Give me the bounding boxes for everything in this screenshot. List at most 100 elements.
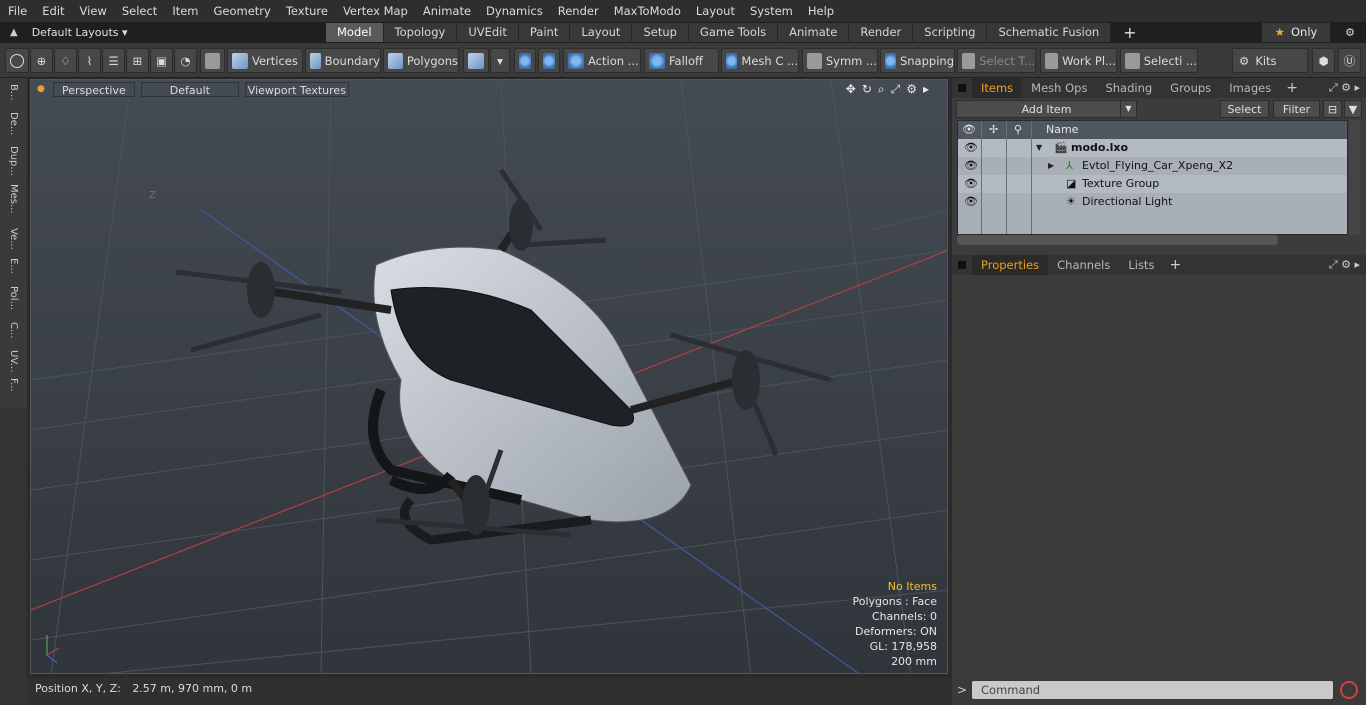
command-input[interactable]: Command [972,681,1333,699]
add-item-dropdown[interactable]: Add Item ▼ [956,100,1137,118]
vertices-button[interactable]: Vertices [227,48,303,73]
tree-row-texture-group[interactable]: 👁 ◪ Texture Group [958,175,1347,193]
viewport-textures-button[interactable]: Viewport Textures [244,81,349,97]
viewport-nav-icons[interactable]: ✥↻⌕⤢⚙▸ [846,82,935,97]
align-button[interactable]: ☰ [102,48,125,73]
selection-sets-button[interactable]: Selecti ... [1120,48,1198,73]
unreal-button[interactable]: Ⓤ [1338,48,1361,73]
tab-groups[interactable]: Groups [1161,78,1220,98]
mesh-constraint-button[interactable]: Mesh C ... [721,48,799,73]
menu-edit[interactable]: Edit [34,0,71,22]
eye-icon[interactable]: 👁 [964,193,978,211]
falloff-button[interactable]: Falloff [644,48,719,73]
menu-system[interactable]: System [742,0,800,22]
tab-uvedit[interactable]: UVEdit [457,23,519,42]
symmetry-button[interactable]: Symm ... [802,48,878,73]
expand-arrow-icon[interactable]: ▼ [1036,139,1042,157]
tab-paint[interactable]: Paint [518,23,571,42]
menu-geometry[interactable]: Geometry [206,0,278,22]
collapse-icon[interactable]: ▲ [10,27,18,38]
only-toggle[interactable]: ★ Only [1262,23,1330,42]
menu-render[interactable]: Render [550,0,606,22]
name-header[interactable]: Name [1046,121,1078,139]
menu-item[interactable]: Item [164,0,205,22]
eye-icon[interactable]: 👁 [964,157,978,175]
solid-mode-button[interactable] [200,48,225,73]
expand-arrow-icon[interactable]: ▶ [1048,157,1054,175]
snapping-button[interactable]: Snapping [880,48,955,73]
menu-select[interactable]: Select [114,0,164,22]
strip-tab-polygon[interactable]: Pol... [4,286,23,310]
tab-animate[interactable]: Animate [778,23,850,42]
strip-tab-mesh[interactable]: Mes... [4,184,23,214]
item-mode-dropdown[interactable]: ▾ [490,48,510,73]
unity-button[interactable]: ⬢ [1312,48,1335,73]
menu-animate[interactable]: Animate [415,0,478,22]
clock-button[interactable]: ◔ [174,48,197,73]
tab-topology[interactable]: Topology [383,23,458,42]
work-plane-button[interactable]: Work Pl... [1040,48,1117,73]
center-button[interactable]: ⊞ [126,48,149,73]
strip-tab-fusion[interactable]: F... [4,378,23,402]
snap-b-button[interactable] [538,48,560,73]
action-button[interactable]: Action ... [563,48,641,73]
tree-horizontal-scrollbar[interactable] [957,235,1278,245]
tab-game-tools[interactable]: Game Tools [688,23,779,42]
polygons-button[interactable]: Polygons [383,48,459,73]
tab-channels[interactable]: Channels [1048,255,1119,275]
item-mode-button[interactable] [463,48,489,73]
tree-row-light[interactable]: 👁 ☀ Directional Light [958,193,1347,211]
record-icon[interactable] [1340,681,1358,699]
square-button[interactable]: ▣ [150,48,173,73]
select-circle-button[interactable] [5,48,29,73]
boundary-button[interactable]: Boundary [305,48,381,73]
eye-icon[interactable]: 👁 [964,139,978,157]
strip-tab-duplicate[interactable]: Dup... [4,146,23,176]
add-panel-tab-icon[interactable]: + [1163,257,1187,273]
select-button[interactable]: Select [1220,100,1269,118]
tab-schematic-fusion[interactable]: Schematic Fusion [987,23,1112,42]
strip-tab-vertex[interactable]: Ve... [4,228,23,252]
panel-menu-icon[interactable] [958,84,966,92]
tab-setup[interactable]: Setup [632,23,689,42]
tree-row-scene[interactable]: 👁 ▼ 🎬 modo.lxo [958,139,1347,157]
filter-button[interactable]: Filter [1273,100,1320,118]
panel-menu-icon[interactable] [958,261,966,269]
menu-texture[interactable]: Texture [278,0,335,22]
select-through-button[interactable]: Select T... [957,48,1036,73]
funnel-button[interactable]: ▼ [1344,100,1362,118]
tab-layout[interactable]: Layout [570,23,633,42]
tab-shading[interactable]: Shading [1096,78,1161,98]
menu-maxtomodo[interactable]: MaxToModo [606,0,688,22]
viewport-menu-dot-icon[interactable]: ● [37,84,45,94]
tab-model[interactable]: Model [326,23,384,42]
tree-vertical-scrollbar[interactable] [1349,120,1360,235]
add-panel-tab-icon[interactable]: + [1280,80,1304,96]
pen-button[interactable]: ♢ [54,48,77,73]
brush-button[interactable]: ⌇ [78,48,101,73]
strip-tab-curve[interactable]: C... [4,322,23,346]
tab-items[interactable]: Items [972,78,1023,98]
tab-mesh-ops[interactable]: Mesh Ops [1022,78,1096,98]
tab-scripting[interactable]: Scripting [913,23,988,42]
tab-render[interactable]: Render [849,23,914,42]
tab-properties[interactable]: Properties [972,255,1049,275]
strip-tab-uv[interactable]: UV... [4,350,23,374]
menu-vertex-map[interactable]: Vertex Map [335,0,415,22]
gear-icon[interactable]: ⚙ [1340,23,1360,42]
tab-images[interactable]: Images [1220,78,1280,98]
perspective-button[interactable]: Perspective [52,81,135,97]
3d-viewport[interactable]: ● Perspective Default Viewport Textures … [30,79,948,674]
strip-tab-edge[interactable]: E... [4,258,23,282]
eye-icon[interactable]: 👁 [964,175,978,193]
menu-help[interactable]: Help [800,0,841,22]
menu-dynamics[interactable]: Dynamics [478,0,550,22]
tab-lists[interactable]: Lists [1119,255,1163,275]
snap-a-button[interactable] [514,48,536,73]
panel-options-icon[interactable]: ⤢ ⚙ ▸ [1329,258,1360,272]
menu-view[interactable]: View [72,0,114,22]
default-layouts-dropdown[interactable]: ▲ Default Layouts ▾ [0,22,326,43]
kits-button[interactable]: ⚙ Kits [1232,48,1308,73]
shading-default-button[interactable]: Default [140,81,239,97]
strip-tab-deform[interactable]: De... [4,112,23,136]
